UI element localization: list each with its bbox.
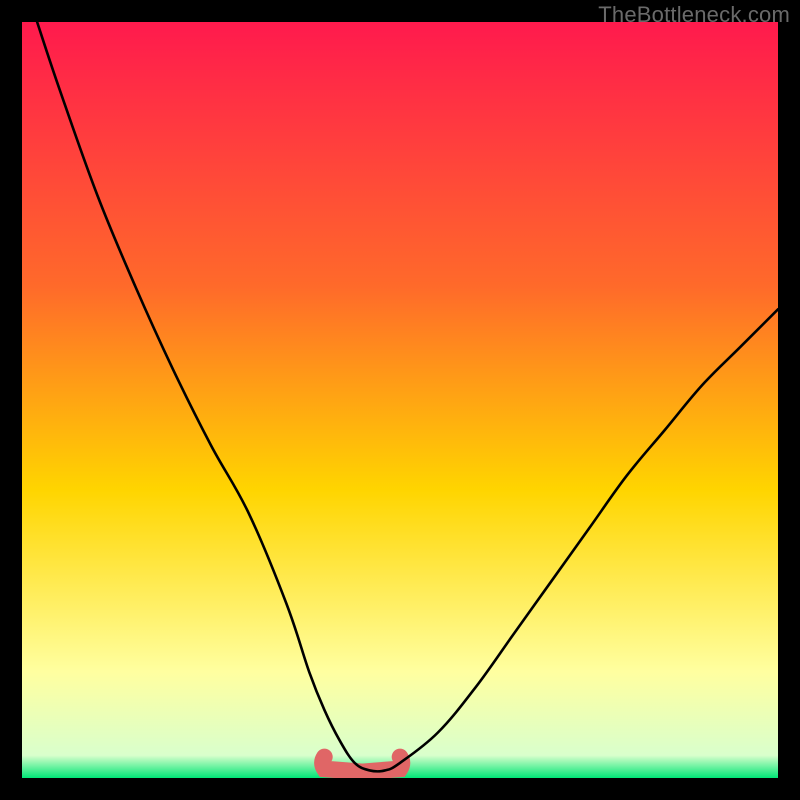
chart-plot-area	[22, 22, 778, 778]
chart-frame: TheBottleneck.com	[0, 0, 800, 800]
watermark-text: TheBottleneck.com	[598, 2, 790, 28]
gradient-background	[22, 22, 778, 778]
bottleneck-chart	[22, 22, 778, 778]
